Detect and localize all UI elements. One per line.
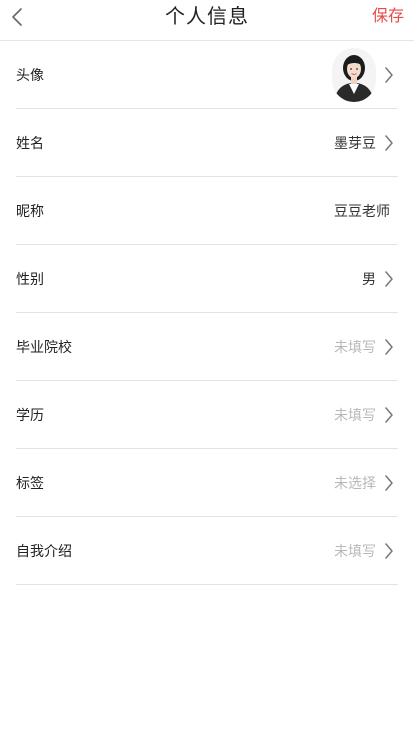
row-label: 毕业院校 <box>16 339 72 356</box>
row-value: 墨芽豆 <box>334 135 376 152</box>
row-value: 未选择 <box>334 475 376 492</box>
chevron-right-icon <box>382 473 396 493</box>
row-value: 未填写 <box>334 543 376 560</box>
row-self-intro[interactable]: 自我介绍 未填写 <box>16 517 398 585</box>
row-tags[interactable]: 标签 未选择 <box>16 449 398 517</box>
row-label: 昵称 <box>16 203 44 220</box>
chevron-right-icon <box>382 541 396 561</box>
row-label: 性别 <box>16 271 44 288</box>
row-value: 未填写 <box>334 339 376 356</box>
chevron-right-icon <box>382 133 396 153</box>
row-name[interactable]: 姓名 墨芽豆 <box>16 109 398 177</box>
row-nickname[interactable]: 昵称 豆豆老师 <box>16 177 398 245</box>
row-right: 未填写 <box>334 337 398 357</box>
row-avatar[interactable]: 头像 <box>16 41 398 109</box>
save-button[interactable]: 保存 <box>372 0 404 32</box>
row-right: 未填写 <box>334 541 398 561</box>
row-education[interactable]: 学历 未填写 <box>16 381 398 449</box>
avatar <box>332 47 376 102</box>
row-label: 姓名 <box>16 135 44 152</box>
chevron-right-icon <box>382 337 396 357</box>
row-right: 豆豆老师 <box>334 201 398 221</box>
row-right <box>332 47 398 102</box>
page-title: 个人信息 <box>165 4 249 28</box>
row-value: 未填写 <box>334 407 376 424</box>
row-gender[interactable]: 性别 男 <box>16 245 398 313</box>
row-right: 未填写 <box>334 405 398 425</box>
row-right: 未选择 <box>334 473 398 493</box>
chevron-right-icon <box>382 269 396 289</box>
row-school[interactable]: 毕业院校 未填写 <box>16 313 398 381</box>
profile-info-list: 头像 姓名 墨芽豆 昵称 豆豆老师 性别 男 毕业院校 未填写 学历 未填写 标… <box>0 41 414 585</box>
navigation-bar: 个人信息 保存 <box>0 0 414 41</box>
chevron-right-icon <box>382 65 396 85</box>
row-label: 自我介绍 <box>16 543 72 560</box>
row-label: 学历 <box>16 407 44 424</box>
row-value: 豆豆老师 <box>334 203 390 220</box>
row-right: 男 <box>362 269 398 289</box>
row-right: 墨芽豆 <box>334 133 398 153</box>
row-label: 头像 <box>16 67 44 84</box>
chevron-right-icon <box>382 405 396 425</box>
row-value: 男 <box>362 271 376 288</box>
row-label: 标签 <box>16 475 44 492</box>
